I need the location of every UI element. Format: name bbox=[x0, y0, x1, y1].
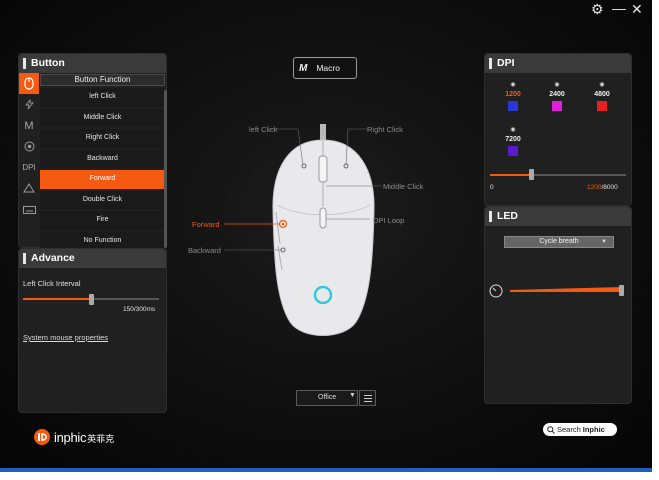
function-item[interactable]: Right Click bbox=[40, 129, 165, 148]
dpi-stage-value: 1200 bbox=[505, 91, 521, 98]
search-inphic-badge[interactable]: Search Inphic bbox=[543, 423, 617, 436]
dpi-tab[interactable]: DPI bbox=[19, 157, 39, 178]
brand-name-cn: 英菲克 bbox=[87, 433, 115, 444]
dpi-stage-value: 2400 bbox=[549, 91, 565, 98]
mouse-illustration bbox=[224, 124, 382, 336]
callout-forward: Forward bbox=[192, 220, 220, 229]
left-click-interval-label: Left Click Interval bbox=[23, 279, 81, 288]
dpi-stage-3[interactable]: ◉ 4800 bbox=[587, 82, 617, 111]
function-item[interactable]: Fire bbox=[40, 211, 165, 230]
led-effect-value: Cycle breath bbox=[539, 238, 579, 245]
profile-menu-button[interactable] bbox=[359, 390, 376, 406]
function-list: left Click Middle Click Right Click Back… bbox=[40, 88, 165, 252]
brand-name: inphic bbox=[54, 429, 87, 445]
dpi-panel: DPI ◉ 1200 ◉ 2400 ◉ 4800 ◉ 7200 0 1200/8… bbox=[484, 53, 632, 206]
button-panel: Button M DPI Button Function left Click … bbox=[18, 53, 167, 250]
app-window: ⚙ — ✕ Button M DPI Button Function left … bbox=[0, 0, 652, 472]
interval-slider-handle[interactable] bbox=[89, 294, 94, 305]
radio-icon: ◉ bbox=[510, 127, 516, 133]
macro-m-icon[interactable]: M bbox=[19, 115, 39, 136]
button-function-header: Button Function bbox=[40, 74, 165, 86]
dpi-slider-handle[interactable] bbox=[529, 169, 534, 180]
mouse-icon[interactable] bbox=[19, 73, 39, 94]
dpi-slider-readout: 1200/8000 bbox=[587, 184, 618, 191]
function-item[interactable]: Backward bbox=[40, 149, 165, 168]
callout-middle-click: Middle Click bbox=[383, 182, 424, 191]
radio-icon: ◉ bbox=[599, 82, 605, 88]
dpi-slider-fill bbox=[490, 174, 531, 176]
brand-logo: inphic 英菲克 bbox=[33, 428, 114, 446]
record-icon[interactable] bbox=[19, 136, 39, 157]
gear-icon[interactable]: ⚙ bbox=[591, 2, 604, 16]
dpi-slider-min: 0 bbox=[490, 184, 494, 191]
scroll-wheel bbox=[318, 155, 328, 183]
function-list-scrollbar[interactable] bbox=[164, 90, 167, 248]
dpi-stage-2[interactable]: ◉ 2400 bbox=[542, 82, 572, 111]
minimize-icon[interactable]: — bbox=[612, 1, 626, 15]
macro-icon: M bbox=[299, 62, 308, 74]
interval-value: 150/300ms bbox=[123, 306, 156, 313]
led-panel-title: LED bbox=[485, 207, 631, 226]
chevron-down-icon: ▼ bbox=[601, 239, 607, 245]
function-item[interactable]: Middle Click bbox=[40, 108, 165, 127]
chevron-down-icon: ▼ bbox=[349, 392, 356, 399]
radio-selected-icon: ◉ bbox=[510, 82, 516, 88]
callout-backward: Backward bbox=[188, 246, 221, 255]
inphic-logo-icon bbox=[34, 429, 50, 445]
system-mouse-properties-link[interactable]: System mouse properties bbox=[23, 333, 108, 342]
advance-panel: Advance Left Click Interval 150/300ms Sy… bbox=[18, 248, 167, 413]
dpi-panel-title: DPI bbox=[485, 54, 631, 73]
function-item-selected[interactable]: Forward bbox=[40, 170, 165, 189]
dpi-stage-4[interactable]: ◉ 7200 bbox=[498, 127, 528, 156]
keyboard-icon[interactable] bbox=[19, 199, 39, 220]
dpi-stage-color[interactable] bbox=[508, 146, 518, 156]
macro-button[interactable]: M Macro bbox=[293, 57, 357, 79]
button-panel-title: Button bbox=[19, 54, 166, 73]
callout-right-click: Right Click bbox=[367, 125, 403, 134]
search-prefix: Search bbox=[557, 425, 581, 434]
callout-dpi-loop: DPI Loop bbox=[373, 216, 405, 225]
dpi-button bbox=[319, 207, 327, 229]
speedometer-icon bbox=[489, 284, 503, 298]
callout-left-click: left Click bbox=[249, 125, 278, 134]
dpi-stage-value: 4800 bbox=[594, 91, 610, 98]
radio-icon: ◉ bbox=[554, 82, 560, 88]
advance-panel-title: Advance bbox=[19, 249, 166, 268]
led-speed-handle[interactable] bbox=[619, 285, 624, 296]
function-item[interactable]: Double Click bbox=[40, 190, 165, 209]
macro-label: Macro bbox=[316, 63, 340, 73]
window-bottom-border bbox=[0, 468, 652, 472]
search-icon bbox=[547, 425, 555, 434]
dpi-stage-1[interactable]: ◉ 1200 bbox=[498, 82, 528, 111]
led-effect-select[interactable]: Cycle breath ▼ bbox=[504, 236, 614, 248]
dpi-max-value: /8000 bbox=[601, 184, 618, 191]
search-term: Inphic bbox=[582, 425, 605, 434]
dpi-stage-color[interactable] bbox=[508, 101, 518, 111]
function-item[interactable]: left Click bbox=[40, 88, 165, 107]
dpi-stage-color[interactable] bbox=[597, 101, 607, 111]
interval-slider-fill bbox=[23, 298, 91, 300]
dpi-current-value: 1200 bbox=[587, 184, 602, 191]
close-icon[interactable]: ✕ bbox=[631, 2, 643, 16]
lightning-icon[interactable] bbox=[19, 94, 39, 115]
dpi-stage-color[interactable] bbox=[552, 101, 562, 111]
alert-icon[interactable] bbox=[19, 178, 39, 199]
function-tabs: M DPI bbox=[19, 73, 39, 220]
dpi-stage-value: 7200 bbox=[505, 136, 521, 143]
